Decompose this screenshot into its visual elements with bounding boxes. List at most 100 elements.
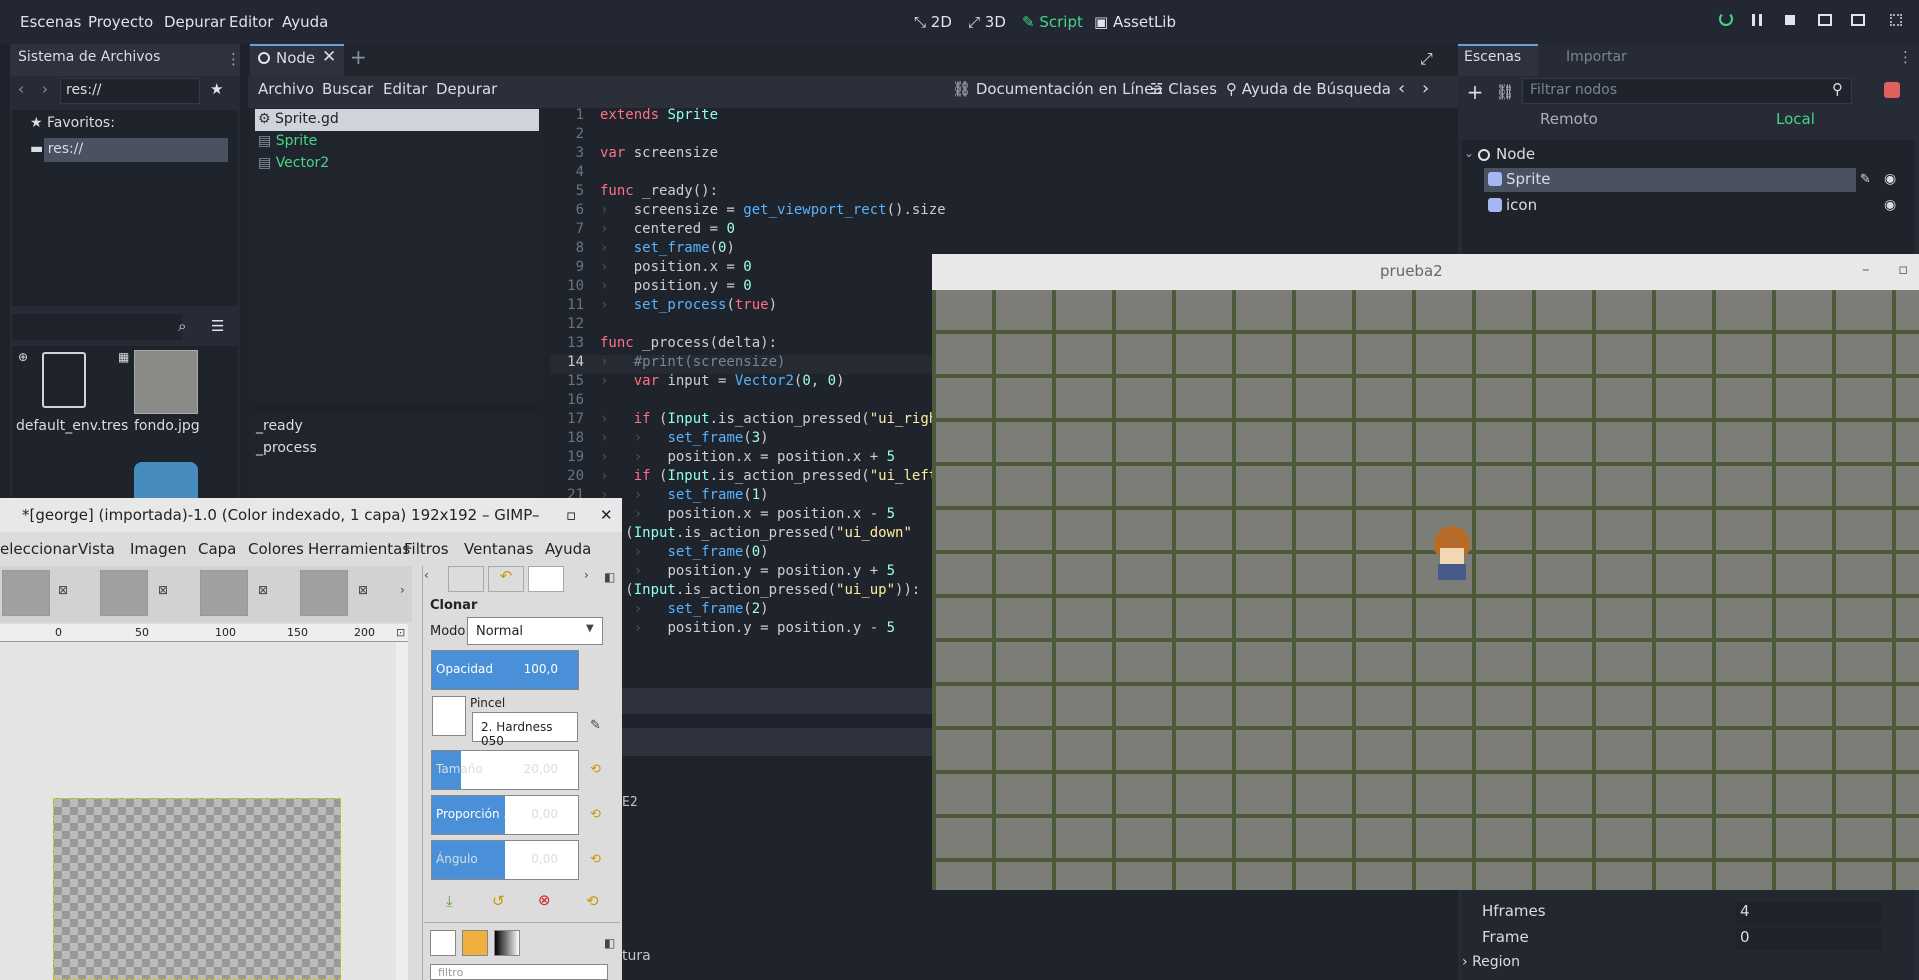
script-menu-item-2[interactable]: Editar — [383, 80, 427, 98]
gimp-menu-item-8[interactable]: Ayuda — [545, 540, 591, 558]
script-attached-icon[interactable]: ✎ — [1860, 172, 1871, 187]
gimp-menu-item-5[interactable]: Herramientas — [308, 540, 410, 558]
image-tab-close-3[interactable]: ⊠ — [258, 583, 268, 597]
forward-icon[interactable]: › — [42, 80, 48, 98]
delete-preset-icon[interactable]: ⊗ — [538, 891, 551, 909]
image-tab-close-2[interactable]: ⊠ — [158, 583, 168, 597]
path-input[interactable]: res:// — [60, 78, 200, 104]
script-list-item-1[interactable]: ▤ Sprite — [258, 133, 317, 149]
opacity-slider[interactable]: Opacidad 100,0 — [431, 650, 579, 690]
script-list-item-0[interactable]: ⚙ Sprite.gd — [258, 111, 339, 127]
collapse-arrow-icon[interactable]: ⌄ — [1464, 146, 1474, 160]
distraction-free-icon[interactable]: ⤢ — [1420, 49, 1433, 69]
inspector-row-hframes[interactable]: Hframes 4 — [1462, 900, 1892, 926]
favorites-item[interactable]: ★ Favoritos: — [30, 115, 115, 131]
tree-node-root[interactable]: Node — [1496, 145, 1535, 163]
script-menu-item-3[interactable]: Depurar — [436, 80, 497, 98]
images-tab-icon[interactable] — [528, 566, 564, 592]
tree-node-sprite[interactable]: Sprite — [1506, 170, 1551, 188]
mode-3d-button[interactable]: ⤢ 3D — [968, 13, 1006, 31]
remote-button[interactable]: Remoto — [1540, 110, 1598, 128]
image-tab-thumb-4[interactable] — [300, 570, 348, 616]
undo-history-icon[interactable]: ↶ — [488, 566, 524, 592]
favorite-star-icon[interactable]: ★ — [210, 80, 223, 98]
script-menu-item-0[interactable]: Archivo — [258, 80, 314, 98]
brush-name[interactable]: 2. Hardness 050 — [472, 712, 578, 748]
image-tab-thumb-2[interactable] — [100, 570, 148, 616]
menu-item-3[interactable]: Editor — [229, 13, 273, 31]
visibility-icon[interactable]: ◉ — [1884, 171, 1896, 187]
instance-link-icon[interactable]: ⛓ — [1492, 80, 1518, 106]
ratio-slider[interactable]: Proporción ... 0,00 — [431, 795, 579, 835]
filesystem-title[interactable]: Sistema de Archivos — [18, 49, 160, 65]
angle-slider[interactable]: Ángulo 0,00 — [431, 840, 579, 880]
gradients-tab-icon[interactable] — [494, 930, 520, 956]
script-list-item-2[interactable]: ▤ Vector2 — [258, 155, 329, 171]
ratio-reset-icon[interactable]: ⟲ — [590, 807, 601, 822]
zoom-icon[interactable]: ⊡ — [396, 626, 405, 639]
fondo-thumbnail[interactable] — [134, 350, 198, 414]
gimp-menu-item-0[interactable]: eleccionar — [0, 540, 77, 558]
back-icon[interactable]: ‹ — [18, 80, 24, 98]
brushes-tab-icon[interactable] — [430, 930, 456, 956]
play-custom-icon[interactable] — [1851, 14, 1865, 26]
image-tab-close-1[interactable]: ⊠ — [58, 583, 68, 597]
script-menu-item-1[interactable]: Buscar — [322, 80, 373, 98]
angle-reset-icon[interactable]: ⟲ — [590, 852, 601, 867]
method-item-1[interactable]: _process — [256, 440, 317, 456]
tab-import[interactable]: Importar — [1566, 49, 1627, 65]
scene-dock-menu-icon[interactable]: ⋮ — [1898, 48, 1913, 66]
gimp-menu-item-6[interactable]: Filtros — [404, 540, 449, 558]
save-preset-icon[interactable]: ⤓ — [446, 892, 453, 910]
search-help-button[interactable]: ⚲ Ayuda de Búsqueda — [1226, 80, 1391, 98]
add-tab-icon[interactable]: + — [350, 45, 367, 69]
next-script-icon[interactable]: › — [1422, 78, 1429, 99]
dock-menu-icon[interactable]: ⋮ — [226, 50, 241, 68]
gimp-minimize-icon[interactable]: – — [532, 506, 540, 524]
menu-item-1[interactable]: Proyecto — [88, 13, 153, 31]
image-tab-close-4[interactable]: ⊠ — [358, 583, 368, 597]
pause-icon[interactable] — [1752, 14, 1762, 26]
classes-button[interactable]: ☷ Clases — [1150, 80, 1217, 98]
gimp-menu-item-7[interactable]: Ventanas — [464, 540, 533, 558]
dock-right-arrow-icon[interactable]: › — [584, 568, 589, 582]
gimp-menu-item-1[interactable]: Vista — [78, 540, 115, 558]
attach-script-icon[interactable] — [1884, 82, 1900, 98]
bottom-tab-fragment[interactable]: tura — [622, 948, 651, 964]
restore-preset-icon[interactable]: ↺ — [492, 892, 505, 910]
tabs-scroll-right-icon[interactable]: › — [400, 583, 405, 597]
reset-preset-icon[interactable]: ⟲ — [586, 892, 599, 910]
file-filter-input[interactable] — [12, 314, 182, 340]
search-icon[interactable]: ⌕ — [178, 317, 186, 335]
mode-script-button[interactable]: ✎ Script — [1022, 13, 1083, 31]
patterns-tab-icon[interactable] — [462, 930, 488, 956]
inspector-row-frame[interactable]: Frame 0 — [1462, 926, 1892, 952]
play-icon[interactable] — [1719, 12, 1733, 26]
menu-item-2[interactable]: Depurar — [164, 13, 225, 31]
visibility-icon-2[interactable]: ◉ — [1884, 197, 1896, 213]
hframes-value[interactable]: 4 — [1736, 902, 1882, 924]
mode-assetlib-button[interactable]: ▣ AssetLib — [1094, 13, 1176, 31]
brush-edit-icon[interactable]: ✎ — [590, 718, 601, 733]
mode-2d-button[interactable]: ⤡ 2D — [914, 13, 952, 31]
menu-item-0[interactable]: Escenas — [20, 13, 81, 31]
tree-node-icon[interactable]: icon — [1506, 196, 1537, 214]
image-tab-thumb-1[interactable] — [2, 570, 50, 616]
dock-menu-icon-gimp[interactable]: ◧ — [604, 570, 615, 584]
close-tab-icon[interactable]: ✕ — [322, 47, 336, 67]
method-item-0[interactable]: _ready — [256, 418, 303, 434]
tool-icon-clone[interactable] — [448, 566, 484, 592]
image-tab-thumb-3[interactable] — [200, 570, 248, 616]
frame-value[interactable]: 0 — [1736, 928, 1882, 950]
gimp-menu-item-3[interactable]: Capa — [198, 540, 236, 558]
godot-icon-thumbnail[interactable] — [134, 462, 198, 502]
gimp-close-icon[interactable]: ✕ — [600, 506, 613, 524]
minimize-icon[interactable]: – — [1862, 260, 1870, 278]
add-node-icon[interactable]: + — [1462, 80, 1488, 106]
gimp-maximize-icon[interactable]: ▫ — [566, 506, 576, 524]
local-button[interactable]: Local — [1776, 110, 1815, 128]
gimp-menu-item-2[interactable]: Imagen — [130, 540, 186, 558]
menu-item-4[interactable]: Ayuda — [282, 13, 328, 31]
play-scene-icon[interactable] — [1818, 14, 1832, 26]
dock-left-arrow-icon[interactable]: ‹ — [424, 568, 442, 590]
